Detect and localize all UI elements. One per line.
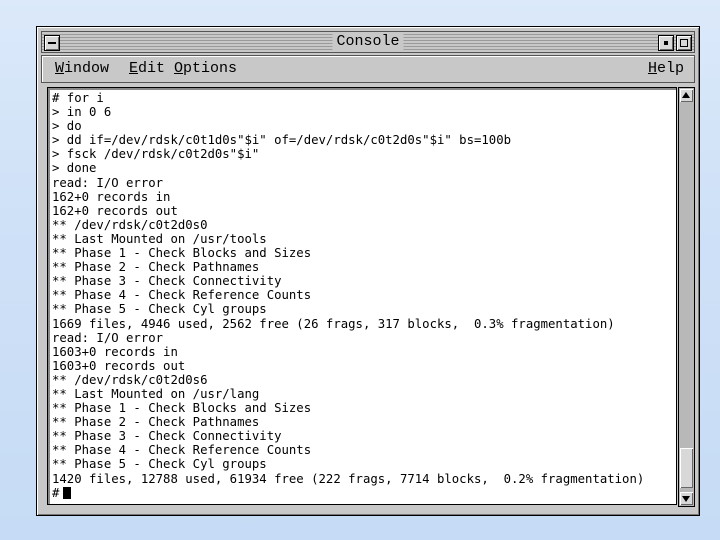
- console-line: > in 0 6: [52, 105, 112, 120]
- console-line: ** Phase 3 - Check Connectivity: [52, 429, 282, 444]
- console-line: 162+0 records out: [52, 203, 178, 218]
- console-line: ** /dev/rdsk/c0t2d0s6: [52, 372, 208, 387]
- console-line: > fsck /dev/rdsk/c0t2d0s"$i": [52, 147, 260, 162]
- console-line: ** Last Mounted on /usr/tools: [52, 231, 267, 246]
- console-output[interactable]: # for i > in 0 6 > do > dd if=/dev/rdsk/…: [47, 87, 677, 505]
- menu-window[interactable]: Window: [55, 59, 109, 79]
- console-line: ** Phase 5 - Check Cyl groups: [52, 457, 267, 472]
- menu-edit[interactable]: Edit: [129, 59, 165, 79]
- scroll-down-arrow-icon[interactable]: [680, 492, 693, 505]
- console-window: Console Window Edit Options Help # for i…: [36, 26, 700, 516]
- console-line: ** Phase 5 - Check Cyl groups: [52, 302, 267, 317]
- text-cursor: [63, 486, 72, 499]
- menu-edit-label: dit: [138, 60, 166, 77]
- console-line: > do: [52, 119, 82, 134]
- window-menu-button[interactable]: [44, 35, 60, 51]
- menu-options-label: ptions: [183, 60, 238, 77]
- console-line: ** Last Mounted on /usr/lang: [52, 386, 260, 401]
- title-bar[interactable]: Console: [41, 31, 695, 53]
- console-line: 162+0 records in: [52, 189, 171, 204]
- maximize-button[interactable]: [676, 35, 692, 51]
- minimize-button[interactable]: [658, 35, 674, 51]
- menu-options[interactable]: Options: [174, 59, 237, 79]
- console-line: read: I/O error: [52, 175, 164, 190]
- console-line: ** Phase 4 - Check Reference Counts: [52, 288, 312, 303]
- menu-window-mnemonic: W: [55, 60, 65, 77]
- scroll-up-arrow-icon[interactable]: [680, 89, 693, 102]
- console-line: ** Phase 3 - Check Connectivity: [52, 274, 282, 289]
- menu-bar: Window Edit Options Help: [41, 55, 695, 83]
- console-line: > dd if=/dev/rdsk/c0t1d0s"$i" of=/dev/rd…: [52, 133, 512, 148]
- console-line: 1420 files, 12788 used, 61934 free (222 …: [52, 471, 645, 486]
- console-line: > done: [52, 161, 97, 176]
- console-prompt: #: [52, 485, 60, 500]
- menu-help[interactable]: Help: [648, 59, 684, 79]
- console-text: # for i > in 0 6 > do > dd if=/dev/rdsk/…: [48, 88, 676, 500]
- menu-options-mnemonic: O: [174, 60, 184, 77]
- menu-edit-mnemonic: E: [129, 60, 139, 77]
- scroll-thumb[interactable]: [680, 448, 693, 488]
- vertical-scrollbar[interactable]: [678, 87, 695, 507]
- console-line: 1669 files, 4946 used, 2562 free (26 fra…: [52, 316, 615, 331]
- console-line: 1603+0 records out: [52, 358, 186, 373]
- console-line: ** Phase 1 - Check Blocks and Sizes: [52, 246, 312, 261]
- console-line: read: I/O error: [52, 330, 164, 345]
- console-line: ** Phase 1 - Check Blocks and Sizes: [52, 401, 312, 416]
- console-line: ** /dev/rdsk/c0t2d0s0: [52, 217, 208, 232]
- console-line: ** Phase 2 - Check Pathnames: [52, 260, 260, 275]
- console-line: # for i: [52, 91, 104, 105]
- window-title: Console: [332, 32, 404, 52]
- console-line: ** Phase 4 - Check Reference Counts: [52, 443, 312, 458]
- menu-window-label: indow: [64, 60, 110, 77]
- menu-help-label: elp: [656, 60, 684, 77]
- menu-help-mnemonic: H: [647, 60, 657, 77]
- console-line: 1603+0 records in: [52, 344, 178, 359]
- console-line: ** Phase 2 - Check Pathnames: [52, 415, 260, 430]
